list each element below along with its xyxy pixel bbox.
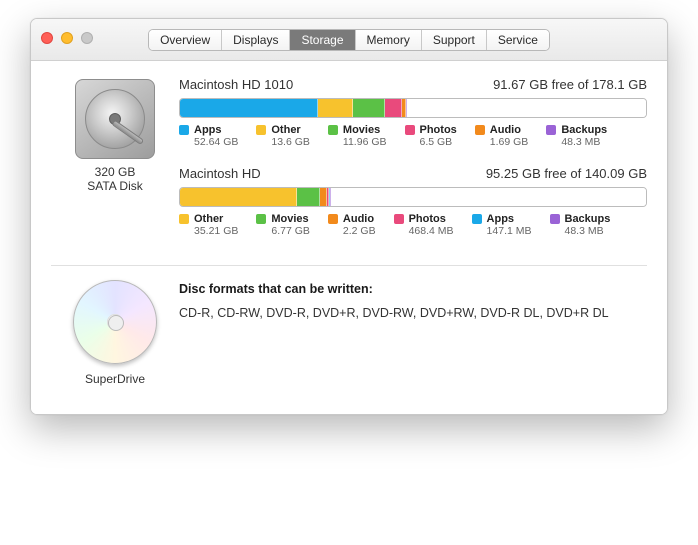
legend-label: Apps bbox=[487, 213, 515, 225]
legend-value: 48.3 MB bbox=[561, 136, 607, 148]
legend-swatch bbox=[546, 125, 556, 135]
legend-swatch bbox=[256, 214, 266, 224]
zoom-button[interactable] bbox=[81, 32, 93, 44]
storage-segment-audio bbox=[320, 188, 327, 206]
legend-label: Backups bbox=[561, 124, 607, 136]
volume-header: Macintosh HD 95.25 GB free of 140.09 GB bbox=[179, 166, 647, 181]
legend-value: 468.4 MB bbox=[409, 225, 454, 237]
tab-overview[interactable]: Overview bbox=[149, 30, 222, 50]
legend-value: 6.77 GB bbox=[271, 225, 310, 237]
legend-label: Photos bbox=[409, 213, 446, 225]
close-button[interactable] bbox=[41, 32, 53, 44]
tab-storage[interactable]: Storage bbox=[290, 30, 355, 50]
legend-swatch bbox=[179, 214, 189, 224]
storage-bar bbox=[179, 187, 647, 207]
titlebar: Overview Displays Storage Memory Support… bbox=[31, 19, 667, 61]
tab-memory[interactable]: Memory bbox=[356, 30, 422, 50]
volume: Macintosh HD 95.25 GB free of 140.09 GB Ot… bbox=[179, 166, 647, 237]
legend-swatch bbox=[394, 214, 404, 224]
legend-value: 35.21 GB bbox=[194, 225, 238, 237]
legend-swatch bbox=[405, 125, 415, 135]
storage-legend: Other35.21 GB Movies6.77 GB Audio2.2 GB Pho… bbox=[179, 213, 647, 237]
disc-formats-title: Disc formats that can be written: bbox=[179, 282, 647, 296]
legend-value: 147.1 MB bbox=[487, 225, 532, 237]
legend-value: 11.96 GB bbox=[343, 136, 387, 148]
legend-value: 6.5 GB bbox=[420, 136, 457, 148]
legend-item-apps: Apps52.64 GB bbox=[179, 124, 238, 148]
storage-segment-free bbox=[331, 188, 647, 206]
drive-type-label: SATA Disk bbox=[51, 179, 179, 193]
legend-item-photos: Photos6.5 GB bbox=[405, 124, 457, 148]
hard-drive-icon bbox=[75, 79, 155, 159]
legend-value: 52.64 GB bbox=[194, 136, 238, 148]
legend-item-apps: Apps147.1 MB bbox=[472, 213, 532, 237]
legend-label: Other bbox=[194, 213, 223, 225]
tab-displays[interactable]: Displays bbox=[222, 30, 290, 50]
legend-value: 13.6 GB bbox=[271, 136, 310, 148]
storage-segment-movies bbox=[297, 188, 320, 206]
tab-support[interactable]: Support bbox=[422, 30, 487, 50]
storage-bar bbox=[179, 98, 647, 118]
legend-swatch bbox=[328, 214, 338, 224]
legend-label: Backups bbox=[565, 213, 611, 225]
optical-disc-icon bbox=[73, 280, 157, 364]
legend-item-movies: Movies6.77 GB bbox=[256, 213, 310, 237]
storage-segment-photos bbox=[385, 99, 402, 117]
window-controls bbox=[41, 32, 93, 44]
volume-free-text: 91.67 GB free of 178.1 GB bbox=[493, 77, 647, 92]
legend-item-photos: Photos468.4 MB bbox=[394, 213, 454, 237]
storage-segment-movies bbox=[353, 99, 384, 117]
legend-swatch bbox=[475, 125, 485, 135]
storage-segment-apps bbox=[180, 99, 318, 117]
legend-item-backups: Backups48.3 MB bbox=[546, 124, 607, 148]
volumes-list: Macintosh HD 1010 91.67 GB free of 178.1 … bbox=[179, 77, 647, 255]
volume-name: Macintosh HD 1010 bbox=[179, 77, 293, 92]
storage-panel: 320 GB SATA Disk Macintosh HD 1010 91.67 … bbox=[31, 61, 667, 414]
disc-info: Disc formats that can be written: CD-R, … bbox=[179, 280, 647, 320]
divider bbox=[51, 265, 647, 266]
about-this-mac-window: Overview Displays Storage Memory Support… bbox=[30, 18, 668, 415]
legend-label: Audio bbox=[343, 213, 374, 225]
superdrive-label: SuperDrive bbox=[51, 372, 179, 386]
legend-item-audio: Audio2.2 GB bbox=[328, 213, 376, 237]
legend-label: Audio bbox=[490, 124, 521, 136]
legend-swatch bbox=[179, 125, 189, 135]
legend-swatch bbox=[472, 214, 482, 224]
legend-label: Movies bbox=[343, 124, 380, 136]
storage-segment-other bbox=[318, 99, 354, 117]
legend-value: 2.2 GB bbox=[343, 225, 376, 237]
legend-label: Apps bbox=[194, 124, 222, 136]
volume-header: Macintosh HD 1010 91.67 GB free of 178.1 … bbox=[179, 77, 647, 92]
legend-label: Movies bbox=[271, 213, 308, 225]
legend-label: Photos bbox=[420, 124, 457, 136]
legend-value: 1.69 GB bbox=[490, 136, 529, 148]
storage-segment-other bbox=[180, 188, 297, 206]
optical-drive-column: SuperDrive bbox=[51, 280, 179, 386]
disc-formats-list: CD-R, CD-RW, DVD-R, DVD+R, DVD-RW, DVD+R… bbox=[179, 306, 647, 320]
legend-item-audio: Audio1.69 GB bbox=[475, 124, 529, 148]
legend-item-movies: Movies11.96 GB bbox=[328, 124, 387, 148]
legend-item-backups: Backups48.3 MB bbox=[550, 213, 611, 237]
legend-swatch bbox=[256, 125, 266, 135]
storage-segment-free bbox=[407, 99, 646, 117]
legend-swatch bbox=[550, 214, 560, 224]
legend-value: 48.3 MB bbox=[565, 225, 611, 237]
legend-item-other: Other13.6 GB bbox=[256, 124, 310, 148]
volume-free-text: 95.25 GB free of 140.09 GB bbox=[486, 166, 647, 181]
storage-legend: Apps52.64 GB Other13.6 GB Movies11.96 GB Ph… bbox=[179, 124, 647, 148]
minimize-button[interactable] bbox=[61, 32, 73, 44]
legend-swatch bbox=[328, 125, 338, 135]
internal-drive-column: 320 GB SATA Disk bbox=[51, 77, 179, 193]
drive-size-label: 320 GB bbox=[51, 165, 179, 179]
legend-label: Other bbox=[271, 124, 300, 136]
tab-service[interactable]: Service bbox=[487, 30, 549, 50]
tab-bar: Overview Displays Storage Memory Support… bbox=[148, 29, 550, 51]
volume: Macintosh HD 1010 91.67 GB free of 178.1 … bbox=[179, 77, 647, 148]
volume-name: Macintosh HD bbox=[179, 166, 261, 181]
legend-item-other: Other35.21 GB bbox=[179, 213, 238, 237]
